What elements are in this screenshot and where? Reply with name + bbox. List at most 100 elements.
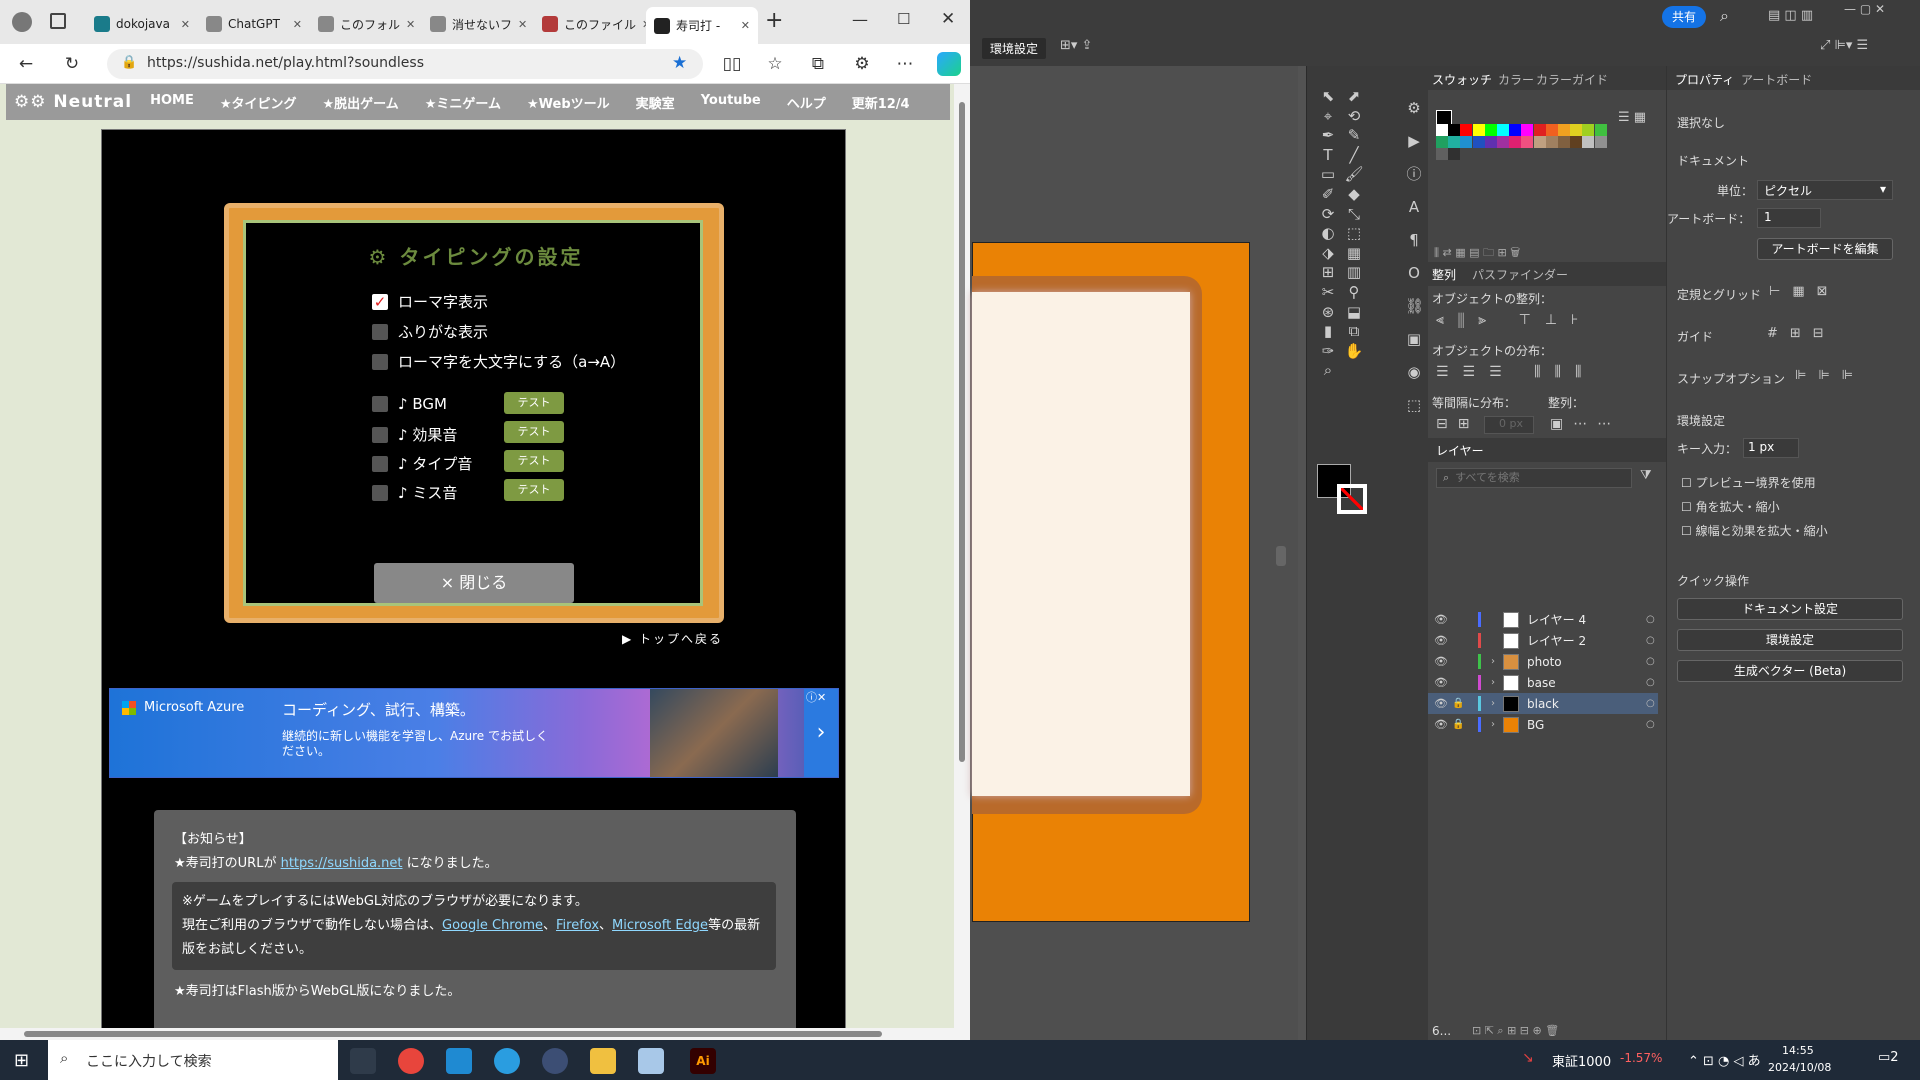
- swatch[interactable]: [1545, 124, 1558, 136]
- swatch[interactable]: [1533, 136, 1546, 148]
- eye-icon[interactable]: 👁: [1434, 697, 1452, 710]
- expand-arrow-icon[interactable]: ›: [1491, 698, 1503, 709]
- chrome-link[interactable]: Google Chrome: [442, 918, 543, 933]
- swatch[interactable]: [1448, 124, 1461, 136]
- tool-icon[interactable]: ✎: [1343, 125, 1365, 145]
- align-object-buttons[interactable]: ⫷⫼⫸ ⊤⊥⊦: [1436, 312, 1592, 328]
- tool-icon[interactable]: ⬗: [1317, 243, 1339, 263]
- lock-icon[interactable]: 🔒: [1452, 698, 1466, 709]
- taskview-icon[interactable]: [350, 1048, 376, 1074]
- tab-artboards[interactable]: アートボード: [1741, 71, 1812, 88]
- vertical-scroll-thumb[interactable]: [959, 102, 965, 762]
- swatch[interactable]: [1521, 136, 1534, 148]
- edit-artboard-button[interactable]: アートボードを編集: [1757, 238, 1893, 260]
- tool-icon[interactable]: ◐: [1317, 223, 1339, 243]
- tool-icon[interactable]: ▦: [1343, 243, 1365, 263]
- swatch[interactable]: [1570, 136, 1583, 148]
- target-icon[interactable]: ○: [1646, 698, 1658, 709]
- tab-close-icon[interactable]: ✕: [181, 18, 190, 31]
- swatch[interactable]: [1436, 148, 1448, 160]
- split-screen-icon[interactable]: ▯▯: [720, 52, 744, 76]
- eye-icon[interactable]: 👁: [1434, 676, 1452, 689]
- browser-tab[interactable]: dokojava ✕: [86, 9, 198, 39]
- swatch[interactable]: [1521, 124, 1534, 136]
- checkbox[interactable]: [372, 323, 388, 340]
- sound-option[interactable]: ♪ BGM: [372, 395, 447, 413]
- swatch[interactable]: [1460, 124, 1473, 136]
- setting-option[interactable]: ローマ字を大文字にする（a→A）: [372, 351, 625, 372]
- align-to-buttons[interactable]: ▣⋯⋯: [1550, 416, 1621, 432]
- tab-color-guide[interactable]: カラーガイド: [1536, 71, 1608, 88]
- tool-icon[interactable]: ⌕: [1317, 360, 1339, 380]
- guides-buttons[interactable]: #⊞⊟: [1767, 326, 1836, 341]
- eye-icon[interactable]: 👁: [1434, 718, 1452, 731]
- target-icon[interactable]: ○: [1646, 614, 1658, 625]
- test-sound-button[interactable]: テスト: [504, 392, 564, 414]
- site-nav-item[interactable]: 更新12/4: [852, 93, 910, 112]
- tool-icon[interactable]: ⬈: [1343, 86, 1365, 106]
- env-settings-button[interactable]: 環境設定: [982, 38, 1047, 59]
- edge-link[interactable]: Microsoft Edge: [612, 918, 708, 933]
- tool-icon[interactable]: ⊛: [1317, 302, 1339, 322]
- tab-pathfinder[interactable]: パスファインダー: [1472, 266, 1568, 283]
- more-menu-icon[interactable]: ⋯: [893, 52, 917, 76]
- tray-icons[interactable]: ⌃ ⊡ ◔ ◁ あ: [1688, 1050, 1761, 1069]
- vertical-scrollbar[interactable]: [955, 84, 970, 1028]
- list-view-icon[interactable]: ☰ ▦: [1618, 110, 1646, 125]
- eye-icon[interactable]: 👁: [1434, 613, 1452, 626]
- close-settings-button[interactable]: × 閉じる: [374, 563, 574, 603]
- checkbox[interactable]: [372, 455, 388, 472]
- scale-corners-checkbox[interactable]: ☐ 角を拡大・縮小: [1681, 498, 1780, 515]
- arrange-icon[interactable]: ⊞▾ ⇪: [1060, 38, 1092, 53]
- tool-icon[interactable]: ◆: [1343, 184, 1365, 204]
- expand-arrow-icon[interactable]: ›: [1491, 677, 1503, 688]
- swatch[interactable]: [1472, 124, 1485, 136]
- stroke-color-swatch[interactable]: [1337, 484, 1367, 514]
- sound-option[interactable]: ♪ タイプ音: [372, 453, 472, 474]
- workspace-icon[interactable]: ▤ ◫ ▥: [1768, 8, 1813, 23]
- swatch[interactable]: [1448, 136, 1461, 148]
- maximize-button[interactable]: ☐: [897, 10, 910, 28]
- swatch[interactable]: [1460, 136, 1473, 148]
- tool-icon[interactable]: ⬉: [1317, 86, 1339, 106]
- swatch[interactable]: [1484, 124, 1497, 136]
- document-setup-button[interactable]: ドキュメント設定: [1677, 598, 1903, 620]
- swatch[interactable]: [1436, 136, 1448, 148]
- sushida-link[interactable]: https://sushida.net: [281, 856, 403, 871]
- panel-icons[interactable]: ⚙ ▶ ⓘ A ¶ O ⛓ ▣ ◉ ⬚: [1405, 92, 1424, 422]
- tool-icon[interactable]: T: [1317, 145, 1339, 165]
- eye-icon[interactable]: 👁: [1434, 634, 1452, 647]
- copilot-icon[interactable]: [937, 52, 961, 76]
- expand-arrow-icon[interactable]: ›: [1491, 719, 1503, 730]
- swatch[interactable]: [1436, 124, 1448, 136]
- test-sound-button[interactable]: テスト: [504, 421, 564, 443]
- snap-buttons[interactable]: ⊫⊫⊫: [1795, 368, 1865, 383]
- site-nav-item[interactable]: ★ミニゲーム: [425, 93, 501, 112]
- illustrator-icon[interactable]: Ai: [690, 1048, 716, 1074]
- tool-icon[interactable]: ✐: [1317, 184, 1339, 204]
- artboard-select[interactable]: 1: [1757, 208, 1821, 228]
- browser-tab[interactable]: このフォル ✕: [310, 9, 422, 39]
- layer-row[interactable]: 👁 › base ○: [1428, 672, 1658, 693]
- notepad-icon[interactable]: [638, 1048, 664, 1074]
- swatch[interactable]: [1545, 136, 1558, 148]
- favorite-star-icon[interactable]: ★: [672, 53, 687, 73]
- layer-row[interactable]: 👁 🔒 › black ○: [1428, 693, 1658, 714]
- swatch[interactable]: [1497, 124, 1509, 136]
- collections-icon[interactable]: ⧉: [806, 52, 830, 76]
- layer-row[interactable]: 👁 🔒 › BG ○: [1428, 714, 1658, 735]
- share-button[interactable]: 共有: [1662, 6, 1706, 28]
- checkbox[interactable]: [372, 426, 388, 443]
- rulers-grid-buttons[interactable]: ⊢▦⊠: [1769, 284, 1840, 299]
- back-to-top-link[interactable]: ▶ トップへ戻る: [622, 630, 723, 647]
- sound-option[interactable]: ♪ 効果音: [372, 424, 457, 445]
- notification-icon[interactable]: ▭2: [1878, 1050, 1899, 1065]
- swatch[interactable]: [1484, 136, 1497, 148]
- site-nav-item[interactable]: Youtube: [701, 93, 761, 112]
- swatch[interactable]: [1582, 136, 1595, 148]
- browser-tab[interactable]: ChatGPT ✕: [198, 9, 310, 39]
- tool-icon[interactable]: ⚲: [1343, 282, 1365, 302]
- generative-vector-button[interactable]: 生成ベクター (Beta): [1677, 660, 1903, 682]
- tool-icon[interactable]: ⧉: [1343, 321, 1365, 341]
- checkbox[interactable]: [372, 484, 388, 501]
